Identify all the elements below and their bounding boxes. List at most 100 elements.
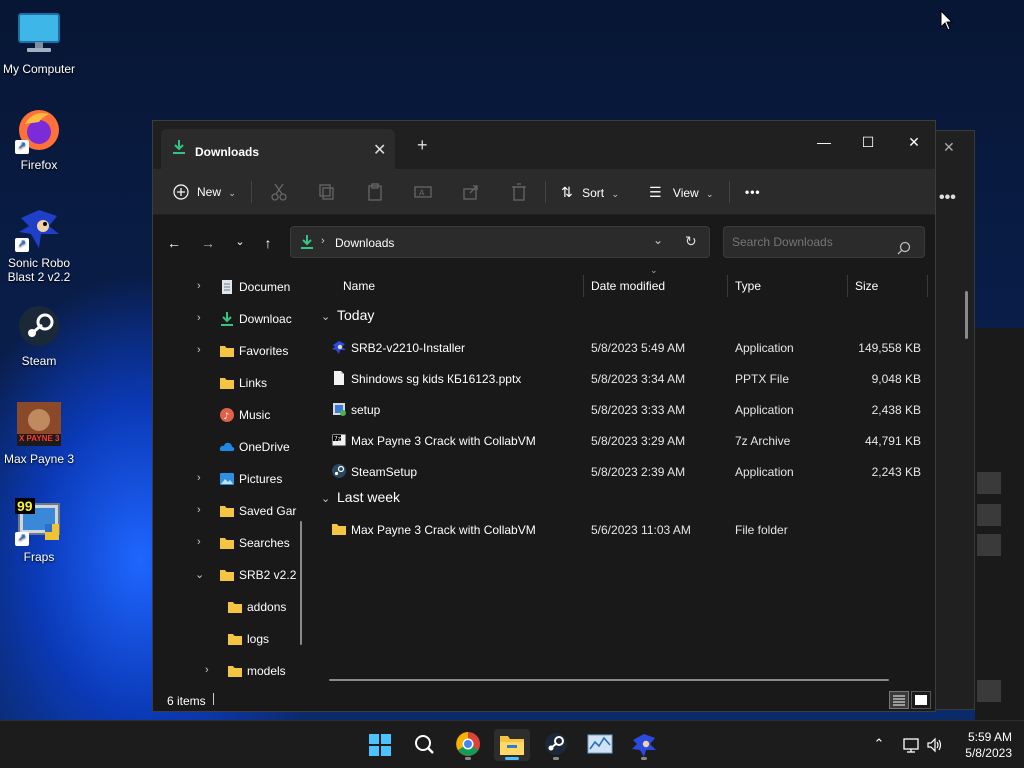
sort-button[interactable]: ⇅ Sort ⌄ — [561, 179, 619, 205]
column-header-date-modified[interactable]: Date modified — [591, 273, 665, 299]
setup-icon — [333, 403, 346, 416]
desktop-icon-firefox[interactable]: ↗ Firefox — [0, 106, 78, 172]
refresh-icon[interactable]: ↻ — [685, 233, 697, 250]
volume-icon[interactable] — [926, 736, 944, 754]
desktop-icon-fraps[interactable]: 99 ↗ Fraps — [0, 498, 78, 564]
start-button[interactable] — [362, 729, 398, 761]
file-date: 5/8/2023 3:33 AM — [591, 403, 686, 417]
close-button[interactable]: ✕ — [891, 127, 937, 157]
group-header-last-week[interactable]: ⌄ Last week — [321, 489, 400, 505]
view-button[interactable]: ☰ View ⌄ — [649, 179, 714, 205]
desktop-icon-my-computer[interactable]: My Computer — [0, 10, 78, 76]
search-icon[interactable] — [897, 241, 911, 255]
nav-item-pictures[interactable]: › Pictures — [153, 463, 309, 495]
taskbar-srb2[interactable] — [626, 729, 662, 761]
nav-item-logs[interactable]: logs — [153, 623, 309, 655]
desktop-icon-srb2[interactable]: ↗ Sonic Robo Blast 2 v2.2 — [0, 204, 78, 284]
sonic-app-icon — [332, 341, 346, 354]
close-icon[interactable]: ✕ — [943, 139, 955, 156]
taskbar-task-manager[interactable] — [582, 729, 618, 761]
column-divider[interactable] — [727, 275, 728, 297]
address-dropdown-chevron-icon[interactable]: ⌄ — [653, 233, 663, 247]
system-clock[interactable]: 5:59 AM 5/8/2023 — [952, 729, 1012, 761]
up-arrow-icon[interactable]: ↑ — [259, 235, 277, 253]
nav-item-downloads[interactable]: › Downloac — [153, 303, 309, 335]
column-divider[interactable] — [847, 275, 848, 297]
taskbar-search-button[interactable] — [406, 729, 442, 761]
more-options-icon[interactable]: ••• — [939, 189, 956, 207]
table-row[interactable]: SRB2-v2210-Installer 5/8/2023 5:49 AM Ap… — [313, 333, 921, 363]
column-divider[interactable] — [927, 275, 928, 297]
table-row[interactable]: SteamSetup 5/8/2023 2:39 AM Application … — [313, 457, 921, 487]
nav-item-favorites[interactable]: › Favorites — [153, 335, 309, 367]
column-divider[interactable] — [583, 275, 584, 297]
taskbar-steam[interactable] — [538, 729, 574, 761]
chevron-down-icon[interactable]: ⌄ — [195, 568, 204, 581]
task-manager-icon — [587, 734, 613, 754]
nav-item-addons[interactable]: addons — [153, 591, 309, 623]
address-bar[interactable]: › Downloads ⌄ ↻ — [290, 226, 710, 258]
copy-icon[interactable] — [317, 182, 337, 202]
nav-pane-scrollbar[interactable] — [300, 521, 302, 645]
more-options-button[interactable]: ••• — [745, 179, 761, 205]
column-header-name[interactable]: Name — [343, 273, 375, 299]
network-icon[interactable] — [902, 736, 920, 754]
paste-icon[interactable] — [365, 182, 385, 202]
file-size: 2,438 KB — [871, 403, 921, 417]
desktop-icon-steam[interactable]: Steam — [0, 302, 78, 368]
taskbar-chrome[interactable] — [450, 729, 486, 761]
share-icon[interactable] — [461, 182, 481, 202]
nav-item-saved-games[interactable]: › Saved Gar — [153, 495, 309, 527]
search-input[interactable] — [723, 226, 925, 258]
details-view-button[interactable] — [889, 691, 909, 709]
tab-downloads[interactable]: Downloads ✕ — [161, 129, 395, 169]
table-row[interactable]: setup 5/8/2023 3:33 AM Application 2,438… — [313, 395, 921, 425]
nav-item-links[interactable]: Links — [153, 367, 309, 399]
background-control — [977, 680, 1001, 702]
taskbar-file-explorer[interactable] — [494, 729, 530, 761]
file-list-horizontal-scrollbar[interactable] — [329, 679, 889, 681]
chevron-right-icon[interactable]: › — [197, 344, 201, 356]
table-row[interactable]: Shindows sg kids КБ16123.pptx 5/8/2023 3… — [313, 364, 921, 394]
chevron-right-icon[interactable]: › — [197, 536, 201, 548]
new-button[interactable]: New ⌄ — [173, 179, 236, 205]
forward-arrow-icon[interactable]: → — [199, 235, 217, 253]
desktop-icon-label: Firefox — [20, 158, 58, 172]
nav-item-models[interactable]: › models — [153, 655, 309, 683]
nav-item-srb2[interactable]: ⌄ SRB2 v2.2 — [153, 559, 309, 591]
rename-icon[interactable]: A — [413, 182, 433, 202]
desktop-icon-max-payne-3[interactable]: X PAYNE 3 Max Payne 3 — [0, 400, 78, 466]
download-icon — [301, 235, 313, 249]
chevron-right-icon[interactable]: › — [197, 504, 201, 516]
large-icons-view-button[interactable] — [911, 691, 931, 709]
recent-locations-chevron-icon[interactable]: ⌄ — [231, 235, 249, 253]
maximize-button[interactable]: ☐ — [845, 127, 891, 157]
svg-text:A: A — [419, 189, 425, 198]
steam-icon — [332, 464, 346, 478]
chevron-right-icon[interactable]: › — [205, 664, 209, 676]
file-name: Max Payne 3 Crack with CollabVM — [351, 523, 536, 537]
chevron-right-icon[interactable]: › — [197, 280, 201, 292]
delete-icon[interactable] — [509, 182, 529, 202]
add-circle-icon — [173, 184, 189, 200]
show-hidden-icons-chevron-icon[interactable]: ⌃ — [870, 736, 888, 754]
file-list-vertical-scrollbar[interactable] — [965, 291, 968, 339]
cut-icon[interactable] — [269, 182, 289, 202]
breadcrumb[interactable]: Downloads — [335, 236, 394, 250]
group-label: Last week — [337, 489, 401, 505]
column-header-size[interactable]: Size — [855, 273, 878, 299]
new-tab-icon[interactable]: + — [417, 135, 428, 156]
group-header-today[interactable]: ⌄ Today — [321, 307, 374, 323]
tab-close-icon[interactable]: ✕ — [373, 140, 386, 160]
chevron-right-icon[interactable]: › — [197, 472, 201, 484]
nav-item-onedrive[interactable]: OneDrive — [153, 431, 309, 463]
nav-item-music[interactable]: ♪ Music — [153, 399, 309, 431]
nav-item-searches[interactable]: › Searches — [153, 527, 309, 559]
nav-item-documents[interactable]: › Documen — [153, 271, 309, 303]
table-row[interactable]: 7z Max Payne 3 Crack with CollabVM 5/8/2… — [313, 426, 921, 456]
column-header-type[interactable]: Type — [735, 273, 761, 299]
minimize-button[interactable]: — — [801, 127, 847, 157]
table-row[interactable]: Max Payne 3 Crack with CollabVM 5/6/2023… — [313, 515, 913, 545]
back-arrow-icon[interactable]: ← — [165, 235, 183, 253]
chevron-right-icon[interactable]: › — [197, 312, 201, 324]
